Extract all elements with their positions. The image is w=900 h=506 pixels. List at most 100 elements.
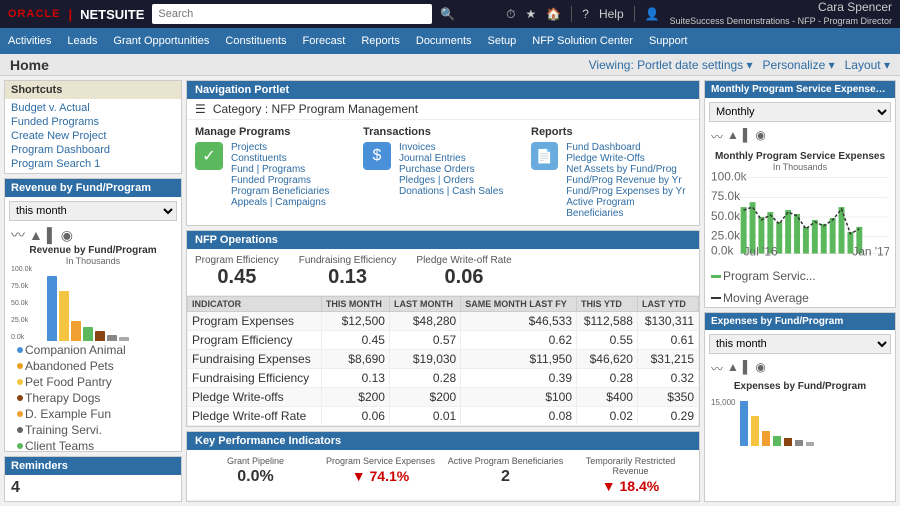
layout-btn[interactable]: Layout ▾ — [845, 58, 890, 72]
link-constituents[interactable]: Constituents — [231, 153, 329, 164]
svg-text:0.0k: 0.0k — [711, 244, 733, 257]
monthly-expenses-legend: Program Servic... Moving Average — [705, 267, 895, 307]
legend-program-service: Program Servic... — [711, 269, 816, 283]
expenses-svg — [735, 396, 885, 451]
link-fund-revenue[interactable]: Fund/Prog Revenue by Yr — [566, 175, 691, 186]
link-appeals[interactable]: Appeals | Campaigns — [231, 197, 329, 208]
row4-indicator: Pledge Write-offs — [188, 388, 322, 407]
link-program-beneficiaries[interactable]: Program Beneficiaries — [231, 186, 329, 197]
monthly-expenses-chart: Monthly Program Service Expenses In Thou… — [705, 147, 895, 267]
nfp-table: INDICATOR THIS MONTH LAST MONTH SAME MON… — [187, 296, 699, 426]
portlet-date-settings[interactable]: Viewing: Portlet date settings ▾ — [589, 58, 753, 72]
link-invoices[interactable]: Invoices — [399, 142, 503, 153]
nav-documents[interactable]: Documents — [416, 35, 472, 47]
expenses-header: Expenses by Fund/Program — [705, 313, 895, 330]
link-pledge-writeoffs[interactable]: Pledge Write-Offs — [566, 153, 691, 164]
expenses-chart-title: Expenses by Fund/Program — [711, 381, 889, 392]
transactions-icon: $ — [363, 142, 391, 170]
nav-bar: Activities Leads Grant Opportunities Con… — [0, 28, 900, 54]
search-input[interactable] — [152, 4, 432, 24]
transactions-section: Transactions $ Invoices Journal Entries … — [363, 126, 523, 219]
link-net-assets[interactable]: Net Assets by Fund/Prog — [566, 164, 691, 175]
col-indicator: INDICATOR — [188, 297, 322, 312]
link-donations[interactable]: Donations | Cash Sales — [399, 186, 503, 197]
revenue-legend: Companion Animal Abandoned Pets Pet Food… — [11, 341, 175, 452]
personalize-btn[interactable]: Personalize ▾ — [763, 58, 835, 72]
search-icon[interactable]: 🔍 — [440, 7, 455, 21]
nav-support[interactable]: Support — [649, 35, 688, 47]
link-fund-dashboard[interactable]: Fund Dashboard — [566, 142, 691, 153]
nav-constituents[interactable]: Constituents — [225, 35, 286, 47]
line-chart-icon[interactable]: 〰 — [11, 225, 25, 245]
legend-abandoned: Abandoned Pets — [17, 359, 114, 373]
shortcut-budget[interactable]: Budget v. Actual — [11, 101, 175, 115]
svg-text:25.0k: 25.0k — [711, 229, 740, 243]
svg-text:Jul '16: Jul '16 — [744, 245, 778, 257]
svg-text:50.0k: 50.0k — [711, 209, 740, 223]
home-icon[interactable]: 🏠 — [546, 7, 561, 21]
transactions-links: Invoices Journal Entries Purchase Orders… — [399, 142, 503, 197]
area-chart-icon2[interactable]: ▲ — [727, 360, 739, 377]
nav-nfp[interactable]: NFP Solution Center — [532, 35, 633, 47]
nfp-row-5: Pledge Write-off Rate 0.06 0.01 0.08 0.0… — [188, 407, 699, 426]
shortcut-dashboard[interactable]: Program Dashboard — [11, 143, 175, 157]
bar-chart-icon[interactable]: ▌ — [47, 227, 57, 243]
link-journal-entries[interactable]: Journal Entries — [399, 153, 503, 164]
transactions-title: Transactions — [363, 126, 523, 138]
star-icon[interactable]: ★ — [526, 7, 537, 21]
shortcuts-list: Budget v. Actual Funded Programs Create … — [5, 99, 181, 173]
col-this-month: THIS MONTH — [321, 297, 389, 312]
reports-icon: 📄 — [531, 142, 558, 170]
left-column: Shortcuts Budget v. Actual Funded Progra… — [4, 80, 182, 502]
kpi-card-restricted: Temporarily Restricted Revenue ▼ 18.4% — [570, 456, 691, 494]
nav-forecast[interactable]: Forecast — [303, 35, 346, 47]
row2-indicator: Fundraising Expenses — [188, 350, 322, 369]
nfp-row-0: Program Expenses $12,500 $48,280 $46,533… — [188, 312, 699, 331]
expenses-chart-area: Expenses by Fund/Program 15,000 — [705, 379, 895, 449]
link-fund-expenses[interactable]: Fund/Prog Expenses by Yr — [566, 186, 691, 197]
nav-activities[interactable]: Activities — [8, 35, 51, 47]
expenses-by-fund-box: Expenses by Fund/Program this month 〰 ▲ … — [704, 312, 896, 502]
kpi-box-header: Key Performance Indicators — [187, 432, 699, 450]
monthly-expenses-select[interactable]: Monthly — [709, 102, 891, 122]
row5-indicator: Pledge Write-off Rate — [188, 407, 322, 426]
manage-programs-icon: ✓ — [195, 142, 223, 170]
clock-icon[interactable]: ⏱ — [506, 7, 515, 22]
shortcut-funded[interactable]: Funded Programs — [11, 115, 175, 129]
nav-grant-opportunities[interactable]: Grant Opportunities — [113, 35, 209, 47]
pie-chart-icon[interactable]: ◉ — [61, 227, 73, 244]
nav-setup[interactable]: Setup — [488, 35, 517, 47]
revenue-select[interactable]: this month — [9, 201, 177, 221]
help-icon[interactable]: ? — [582, 7, 589, 21]
line-chart-icon2[interactable]: 〰 — [711, 360, 723, 377]
reports-links: Fund Dashboard Pledge Write-Offs Net Ass… — [566, 142, 691, 219]
reports-section: Reports 📄 Fund Dashboard Pledge Write-Of… — [531, 126, 691, 219]
kpi-card-grant: Grant Pipeline 0.0% — [195, 456, 316, 494]
line-chart-icon[interactable]: 〰 — [711, 128, 723, 145]
expenses-select[interactable]: this month — [709, 334, 891, 354]
shortcuts-header: Shortcuts — [5, 81, 181, 99]
nav-reports[interactable]: Reports — [361, 35, 400, 47]
shortcut-create[interactable]: Create New Project — [11, 129, 175, 143]
bar-medicine — [95, 331, 105, 341]
bar-chart-icon[interactable]: ▌ — [743, 128, 752, 145]
link-fund-programs[interactable]: Fund | Programs — [231, 164, 329, 175]
link-active-beneficiaries[interactable]: Active Program Beneficiaries — [566, 197, 691, 219]
area-chart-icon[interactable]: ▲ — [727, 128, 739, 145]
area-chart-icon[interactable]: ▲ — [29, 227, 43, 243]
pie-chart-icon[interactable]: ◉ — [755, 128, 765, 145]
pie-chart-icon2[interactable]: ◉ — [755, 360, 765, 377]
link-purchase-orders[interactable]: Purchase Orders — [399, 164, 503, 175]
link-projects[interactable]: Projects — [231, 142, 329, 153]
shortcut-search[interactable]: Program Search 1 — [11, 157, 175, 171]
nfp-row-3: Fundraising Efficiency 0.13 0.28 0.39 0.… — [188, 369, 699, 388]
bar-chart-icon2[interactable]: ▌ — [743, 360, 752, 377]
user-icon[interactable]: 👤 — [645, 7, 660, 21]
link-pledges[interactable]: Pledges | Orders — [399, 175, 503, 186]
portlet-header: Navigation Portlet — [187, 81, 699, 99]
link-funded-programs[interactable]: Funded Programs — [231, 175, 329, 186]
nav-leads[interactable]: Leads — [67, 35, 97, 47]
reports-title: Reports — [531, 126, 691, 138]
monthly-chart-subtitle: In Thousands — [711, 162, 889, 172]
row3-indicator: Fundraising Efficiency — [188, 369, 322, 388]
